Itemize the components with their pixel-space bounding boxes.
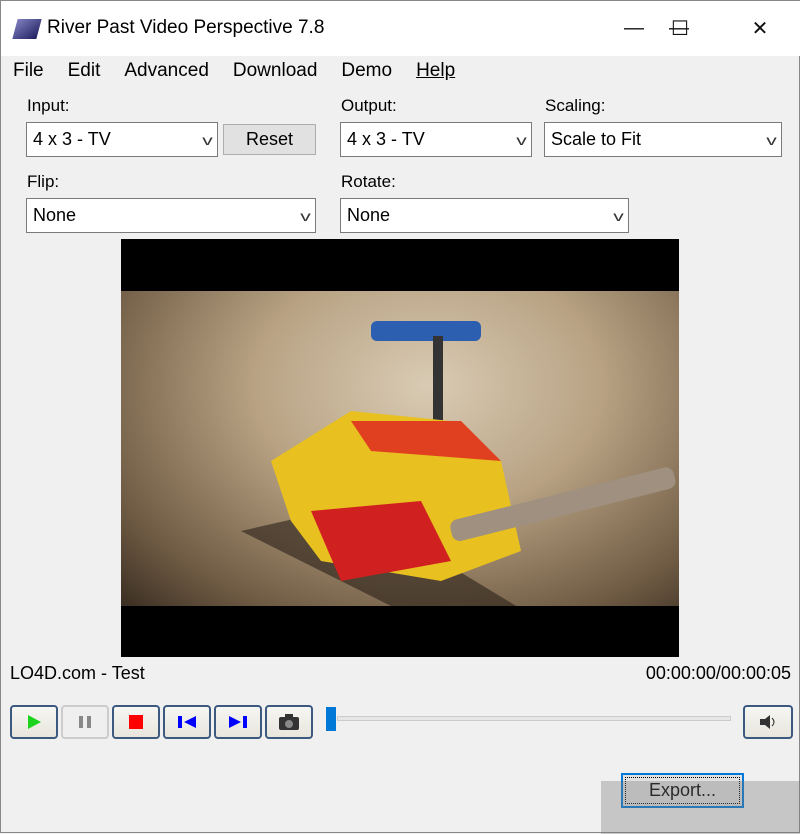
pause-icon — [79, 716, 91, 728]
volume-button[interactable] — [743, 705, 793, 739]
input-value: 4 x 3 - TV — [33, 129, 111, 149]
flip-select[interactable]: None v — [26, 198, 316, 233]
play-icon — [28, 715, 41, 729]
video-preview — [121, 239, 679, 657]
skip-forward-icon — [229, 716, 247, 728]
volume-icon — [760, 715, 775, 729]
clip-title: LO4D.com - Test — [10, 663, 145, 683]
close-button[interactable]: ✕ — [737, 1, 783, 56]
menu-edit[interactable]: Edit — [56, 57, 113, 87]
output-label: Output: — [341, 96, 397, 115]
output-select[interactable]: 4 x 3 - TV v — [340, 122, 532, 157]
seek-slider[interactable] — [337, 716, 731, 721]
scaling-label: Scaling: — [545, 96, 606, 115]
menu-demo[interactable]: Demo — [329, 57, 404, 87]
reset-button[interactable]: Reset — [223, 124, 316, 155]
scaling-value: Scale to Fit — [551, 129, 642, 149]
input-label: Input: — [27, 96, 70, 115]
watermark-logo — [601, 781, 800, 834]
menu-file[interactable]: File — [1, 57, 56, 87]
rotate-select[interactable]: None v — [340, 198, 629, 233]
pause-button[interactable] — [61, 705, 109, 739]
camera-icon — [279, 714, 299, 730]
time-display: 00:00:00/00:00:05 — [645, 663, 791, 683]
chevron-down-icon: v — [516, 131, 527, 148]
chevron-down-icon: v — [300, 207, 311, 224]
scaling-select[interactable]: Scale to Fit v — [544, 122, 782, 157]
stop-button[interactable] — [112, 705, 160, 739]
input-select[interactable]: 4 x 3 - TV v — [26, 122, 218, 157]
video-frame — [121, 291, 679, 621]
chevron-down-icon: v — [766, 131, 777, 148]
play-button[interactable] — [10, 705, 58, 739]
app-icon — [12, 19, 42, 39]
output-value: 4 x 3 - TV — [347, 129, 425, 149]
menu-download[interactable]: Download — [221, 57, 330, 87]
maximize-btn[interactable]: ☐ — [657, 1, 703, 56]
skip-back-button[interactable] — [163, 705, 211, 739]
stop-icon — [129, 715, 143, 729]
snapshot-button[interactable] — [265, 705, 313, 739]
chevron-down-icon: v — [202, 131, 213, 148]
lego-model-image — [241, 321, 676, 621]
menu-advanced[interactable]: Advanced — [112, 57, 221, 87]
flip-label: Flip: — [27, 172, 60, 191]
flip-value: None — [33, 205, 77, 225]
minimize-btn[interactable]: — — [611, 1, 657, 56]
seek-thumb[interactable] — [326, 707, 336, 731]
rotate-label: Rotate: — [341, 172, 396, 191]
menu-bar: File Edit Advanced Download Demo Help — [1, 57, 467, 87]
title-bar: River Past Video Perspective 7.8 — — ☐ ✕ — [1, 1, 800, 56]
skip-back-icon — [178, 716, 196, 728]
menu-help[interactable]: Help — [404, 57, 467, 87]
chevron-down-icon: v — [613, 207, 624, 224]
rotate-value: None — [347, 205, 391, 225]
skip-forward-button[interactable] — [214, 705, 262, 739]
window-title: River Past Video Perspective 7.8 — [47, 17, 325, 38]
